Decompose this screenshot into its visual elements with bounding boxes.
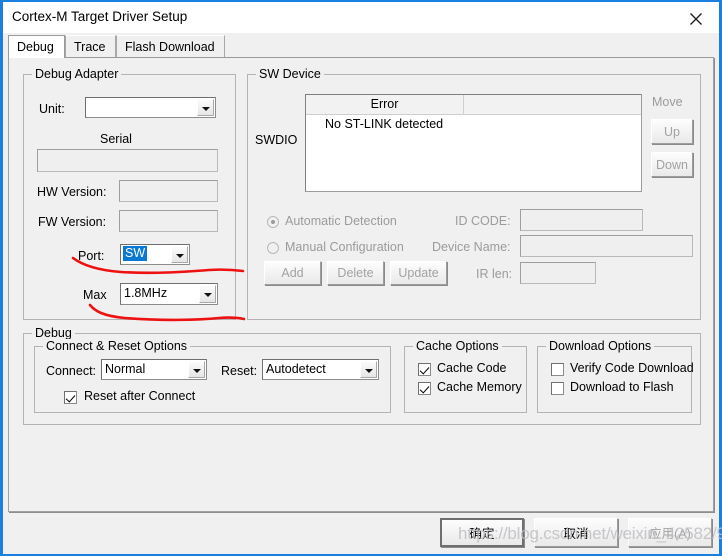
tab-debug-label: Debug	[17, 40, 54, 54]
cancel-button[interactable]: 取消	[534, 518, 618, 547]
dialog-window: Cortex-M Target Driver Setup Debug Trace…	[0, 0, 722, 556]
ok-button[interactable]: 确定	[440, 518, 524, 547]
ok-label: 确定	[469, 527, 495, 541]
dialog-button-bar: 确定 取消 应用(A)	[3, 2, 719, 554]
apply-label: 应用(A)	[649, 527, 691, 541]
tab-debug[interactable]: Debug	[8, 35, 65, 58]
apply-button[interactable]: 应用(A)	[628, 518, 712, 547]
cancel-label: 取消	[563, 527, 589, 541]
